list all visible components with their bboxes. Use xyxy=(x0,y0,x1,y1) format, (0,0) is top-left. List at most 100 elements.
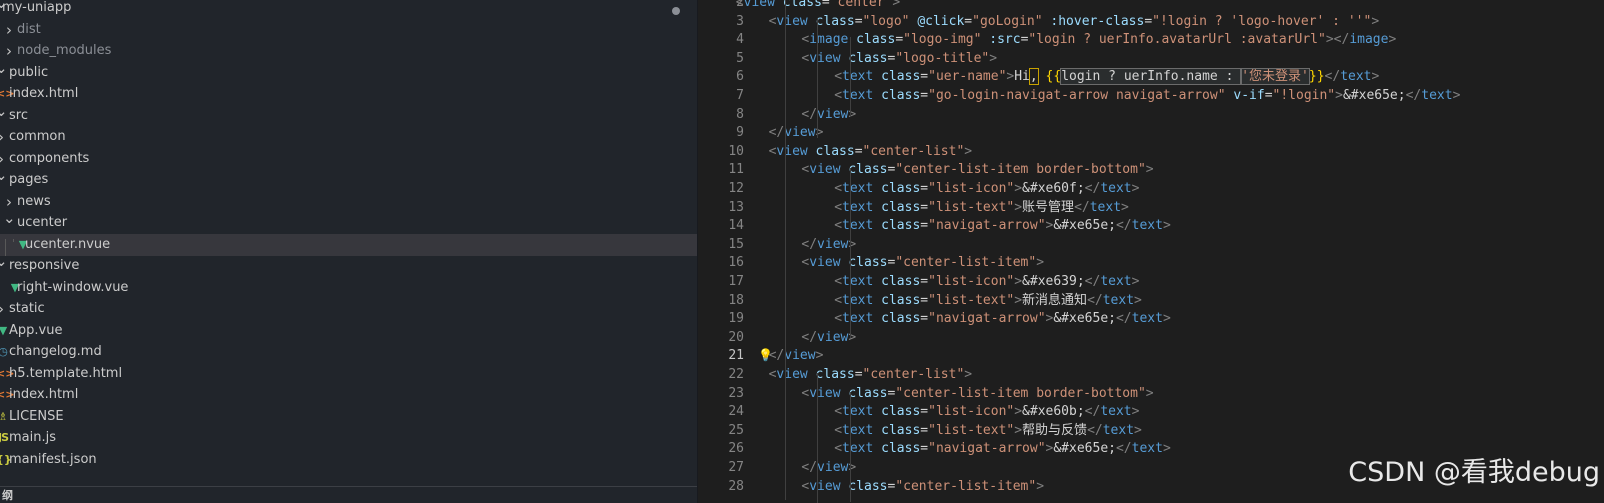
code-token: &#xe60f; xyxy=(1022,181,1085,196)
indent-guide xyxy=(850,168,851,338)
code-token: "center-list-item border-bottom" xyxy=(895,162,1146,178)
tree-item-license[interactable]: ♗LICENSE xyxy=(0,406,697,428)
chevron-right-icon[interactable]: › xyxy=(0,126,7,148)
code-editor[interactable]: 2 <view class="center"> 3 <view class="logo… xyxy=(698,0,1604,503)
code-line[interactable]: 2 <view class="center"> xyxy=(698,0,1604,12)
code-token: > xyxy=(1452,88,1461,103)
tree-item-main-js[interactable]: JSmain.js xyxy=(0,427,697,449)
outline-header[interactable]: 纲 xyxy=(0,486,697,503)
code-token: , xyxy=(1028,68,1039,86)
code-token: = xyxy=(1144,13,1153,29)
code-token: text xyxy=(1102,292,1135,308)
code-line[interactable]: 25 <text class="list-text">帮助与反馈</text> xyxy=(698,421,1604,440)
tree-item-manifest-json[interactable]: {}manifest.json xyxy=(0,449,697,471)
chevron-down-icon[interactable]: ⌄ xyxy=(3,207,16,229)
code-line[interactable]: 4 <image class="logo-img" :src="login ? u… xyxy=(698,30,1604,49)
code-line[interactable]: 15 </view> xyxy=(698,235,1604,254)
chevron-down-icon[interactable]: ⌄ xyxy=(0,57,8,79)
code-text: <text class="list-text">新消息通知</text> xyxy=(834,291,1142,310)
tree-item-my-uniapp[interactable]: ⌄my-uniapp xyxy=(0,0,697,19)
tree-item-index-html[interactable]: <>index.html xyxy=(0,384,697,406)
code-token: view xyxy=(776,13,808,29)
tree-item-label: App.vue xyxy=(9,322,63,338)
code-line[interactable]: 21 💡 </view> xyxy=(698,346,1604,365)
line-number: 27 xyxy=(728,460,744,475)
tree-item-dist[interactable]: › dist xyxy=(0,19,697,41)
code-line[interactable]: 17 <text class="list-icon">&#xe639;</text… xyxy=(698,272,1604,291)
chevron-right-icon[interactable]: › xyxy=(0,298,7,320)
tree-item-node-modules[interactable]: › node_modules xyxy=(0,40,697,62)
code-line[interactable]: 23 <view class="center-list-item border-b… xyxy=(698,384,1604,403)
code-token: "center-list-item border-bottom" xyxy=(895,385,1146,401)
tree-item-changelog-md[interactable]: ◷changelog.md xyxy=(0,341,697,363)
code-text: <text class="list-text">帮助与反馈</text> xyxy=(834,421,1142,440)
code-line[interactable]: 13 <text class="list-text">账号管理</text> xyxy=(698,198,1604,217)
tree-item-news[interactable]: › news xyxy=(0,191,697,213)
code-token: = xyxy=(920,404,929,420)
code-line[interactable]: 7 <text class="go-login-navigat-arrow nav… xyxy=(698,86,1604,105)
code-token: "navigat-arrow" xyxy=(928,441,1046,457)
code-token: </ xyxy=(1115,218,1132,234)
code-line[interactable]: 12 <text class="list-icon">&#xe60f;</text… xyxy=(698,179,1604,198)
code-line[interactable]: 3 <view class="logo" @click="goLogin" :ho… xyxy=(698,12,1604,31)
tree-item-pages[interactable]: ⌄pages xyxy=(0,166,697,191)
code-line[interactable]: 19 <text class="navigat-arrow">&#xe65e;</… xyxy=(698,309,1604,328)
code-line[interactable]: 20 </view> xyxy=(698,328,1604,347)
tree-item-ucenter[interactable]: ⌄ ucenter xyxy=(0,209,697,234)
code-token: image xyxy=(809,32,849,48)
tree-indent-guide xyxy=(13,239,14,242)
code-token: "logo" xyxy=(862,13,910,29)
code-line[interactable]: 11 <view class="center-list-item border-b… xyxy=(698,160,1604,179)
tree-item-right-window-vue[interactable]: ▼ right-window.vue xyxy=(0,277,697,299)
code-token: Hi xyxy=(1014,69,1030,85)
code-line[interactable]: 14 <text class="navigat-arrow">&#xe65e;</… xyxy=(698,216,1604,235)
code-token: view xyxy=(809,385,841,401)
code-token: = xyxy=(895,32,904,48)
code-token: "list-text" xyxy=(928,422,1015,438)
tree-item-public[interactable]: ⌄public xyxy=(0,59,697,84)
chevron-down-icon[interactable]: ⌄ xyxy=(0,100,8,122)
code-token: class xyxy=(807,143,855,159)
tree-item-static[interactable]: ›static xyxy=(0,298,697,320)
chevron-down-icon[interactable]: ⌄ xyxy=(0,164,8,186)
line-number: 24 xyxy=(728,404,744,420)
code-token: text xyxy=(842,404,874,420)
code-line[interactable]: 6 <text class="uer-name">Hi, {{login ? ue… xyxy=(698,67,1604,86)
indent-guide xyxy=(817,373,818,503)
code-line[interactable]: 8 </view> xyxy=(698,105,1604,124)
tree-item-components[interactable]: ›components xyxy=(0,148,697,170)
code-text: </view> xyxy=(801,235,856,254)
tree-item-responsive[interactable]: ⌄responsive xyxy=(0,252,697,277)
code-token: class xyxy=(873,441,921,457)
code-token: view xyxy=(817,460,849,475)
code-token: text xyxy=(842,441,874,457)
code-line[interactable]: 16 <view class="center-list-item"> xyxy=(698,253,1604,272)
code-line[interactable]: 9 </view> xyxy=(698,123,1604,142)
tree-item-label: LICENSE xyxy=(9,408,64,424)
code-token: </ xyxy=(1074,199,1090,215)
code-line[interactable]: 22 <view class="center-list"> xyxy=(698,365,1604,384)
tree-item-app-vue[interactable]: ▼App.vue xyxy=(0,320,697,342)
code-token: </ xyxy=(801,236,818,252)
code-line[interactable]: 10 <view class="center-list"> xyxy=(698,142,1604,161)
tree-item-src[interactable]: ⌄src xyxy=(0,102,697,127)
code-token: </ xyxy=(801,460,818,475)
code-text: <view class="center-list-item"> xyxy=(801,477,1044,496)
code-token: text xyxy=(1102,422,1135,438)
tree-item-h5-template-html[interactable]: <>h5.template.html xyxy=(0,363,697,385)
code-line[interactable]: 24 <text class="list-icon">&#xe60b;</text… xyxy=(698,402,1604,421)
code-line[interactable]: 5 <view class="logo-title"> xyxy=(698,49,1604,68)
tree-item-index-html[interactable]: <>index.html xyxy=(0,83,697,105)
code-token: </ xyxy=(1084,404,1101,420)
tree-item-common[interactable]: ›common xyxy=(0,126,697,148)
code-token: 账号管理 xyxy=(1022,199,1075,215)
chevron-right-icon[interactable]: › xyxy=(3,19,15,41)
line-number: 6 xyxy=(736,69,744,85)
code-line[interactable]: 18 <text class="list-text">新消息通知</text> xyxy=(698,291,1604,310)
code-text: <text class="uer-name">Hi, {{login ? uer… xyxy=(834,67,1379,86)
tree-item-ucenter-nvue[interactable]: ▼ ucenter.nvue xyxy=(0,233,697,256)
code-text: </view> xyxy=(801,328,856,347)
code-token: = xyxy=(920,181,929,196)
code-token: </ xyxy=(1324,69,1341,85)
code-token: > xyxy=(1014,422,1023,438)
